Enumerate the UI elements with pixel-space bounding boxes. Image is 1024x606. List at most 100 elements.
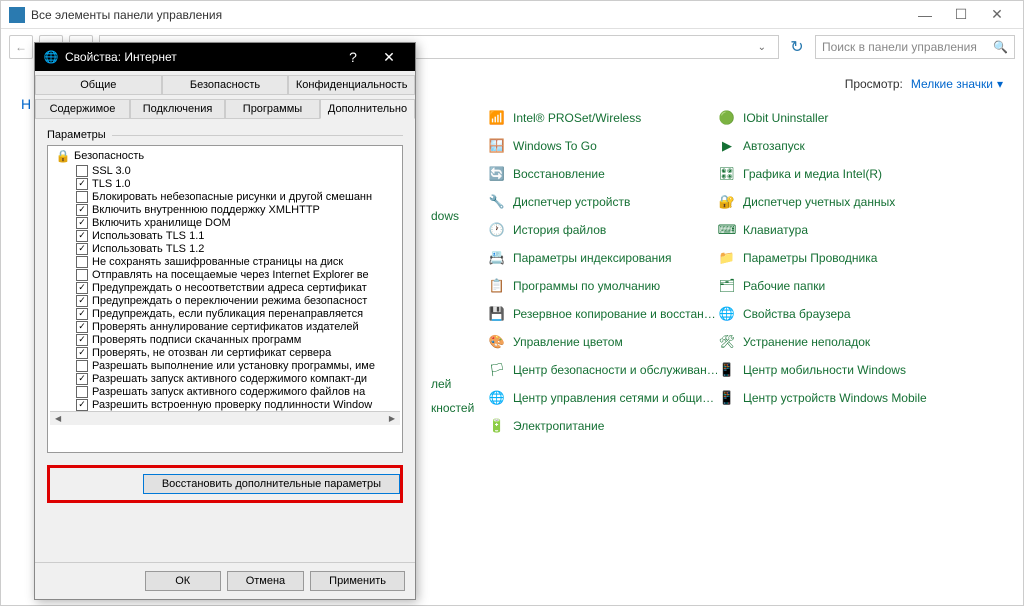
tree-item[interactable]: Предупреждать о несоответствии адреса се… <box>50 281 400 294</box>
cp-item[interactable]: 🎨Управление цветом <box>487 331 717 353</box>
tree-item[interactable]: Включить внутреннюю поддержку XMLHTTP <box>50 203 400 216</box>
tree-item-label: TLS 1.0 <box>92 178 131 190</box>
cp-item[interactable]: 🔄Восстановление <box>487 163 717 185</box>
tab-Программы[interactable]: Программы <box>225 99 320 119</box>
cp-item[interactable]: 📁Параметры Проводника <box>717 247 947 269</box>
tree-item[interactable]: Блокировать небезопасные рисунки и друго… <box>50 190 400 203</box>
search-input[interactable]: Поиск в панели управления 🔍 <box>815 35 1015 59</box>
minimize-button[interactable]: — <box>907 1 943 29</box>
close-button[interactable]: ✕ <box>371 43 407 71</box>
checkbox[interactable] <box>76 386 88 398</box>
cp-item[interactable]: 📶Intel® PROSet/Wireless <box>487 107 717 129</box>
checkbox[interactable] <box>76 269 88 281</box>
horizontal-scrollbar[interactable]: ◀ ▶ <box>50 411 400 425</box>
scroll-left-icon[interactable]: ◀ <box>52 414 64 423</box>
tree-item[interactable]: Проверять, не отозван ли сертификат серв… <box>50 346 400 359</box>
tree-item[interactable]: Предупреждать, если публикация перенапра… <box>50 307 400 320</box>
cp-title-icon <box>9 7 25 23</box>
help-button[interactable]: ? <box>335 43 371 71</box>
cp-item[interactable]: 🌐Свойства браузера <box>717 303 947 325</box>
cp-item-icon: 📶 <box>489 110 505 126</box>
cp-item[interactable]: 🗂Рабочие папки <box>717 275 947 297</box>
settings-tree[interactable]: 🔒 Безопасность SSL 3.0TLS 1.0Блокировать… <box>47 145 403 453</box>
cp-item[interactable]: 🔧Диспетчер устройств <box>487 191 717 213</box>
tab-Содержимое[interactable]: Содержимое <box>35 99 130 119</box>
tab-Общие[interactable]: Общие <box>35 75 162 95</box>
ok-button[interactable]: ОК <box>145 571 221 591</box>
cp-item[interactable]: 📋Программы по умолчанию <box>487 275 717 297</box>
lock-icon: 🔒 <box>56 149 70 163</box>
checkbox[interactable] <box>76 308 88 320</box>
checkbox[interactable] <box>76 165 88 177</box>
tab-Безопасность[interactable]: Безопасность <box>162 75 289 95</box>
cp-item[interactable]: 🌐Центр управления сетями и общи… <box>487 387 717 409</box>
checkbox[interactable] <box>76 230 88 242</box>
restore-advanced-button[interactable]: Восстановить дополнительные параметры <box>143 474 400 494</box>
chevron-down-icon[interactable]: ⌄ <box>754 42 770 53</box>
truncated-item[interactable]: кностей <box>431 401 474 415</box>
cp-item[interactable]: ▶Автозапуск <box>717 135 947 157</box>
refresh-button[interactable]: ↻ <box>785 35 809 59</box>
tree-item[interactable]: Разрешать запуск активного содержимого к… <box>50 372 400 385</box>
checkbox[interactable] <box>76 321 88 333</box>
tree-item[interactable]: Не сохранять зашифрованные страницы на д… <box>50 255 400 268</box>
tree-item-label: Проверять подписи скачанных программ <box>92 334 301 346</box>
scroll-right-icon[interactable]: ▶ <box>386 414 398 423</box>
cp-item[interactable]: 🪟Windows To Go <box>487 135 717 157</box>
cp-item[interactable]: ⌨Клавиатура <box>717 219 947 241</box>
checkbox[interactable] <box>76 360 88 372</box>
checkbox[interactable] <box>76 204 88 216</box>
tab-Конфиденциальность[interactable]: Конфиденциальность <box>288 75 415 95</box>
maximize-button[interactable]: ☐ <box>943 1 979 29</box>
apply-button[interactable]: Применить <box>310 571 405 591</box>
tab-Подключения[interactable]: Подключения <box>130 99 225 119</box>
tree-item[interactable]: Разрешать выполнение или установку прогр… <box>50 359 400 372</box>
tree-item[interactable]: SSL 3.0 <box>50 164 400 177</box>
checkbox[interactable] <box>76 347 88 359</box>
cp-item[interactable]: 🔐Диспетчер учетных данных <box>717 191 947 213</box>
checkbox[interactable] <box>76 282 88 294</box>
checkbox[interactable] <box>76 191 88 203</box>
tree-item[interactable]: TLS 1.0 <box>50 177 400 190</box>
tree-item[interactable]: Включить хранилище DOM <box>50 216 400 229</box>
cp-item[interactable]: 📱Центр устройств Windows Mobile <box>717 387 947 409</box>
cp-item[interactable]: 💾Резервное копирование и восстан… <box>487 303 717 325</box>
cp-item-label: История файлов <box>513 223 606 237</box>
tab-Дополнительно[interactable]: Дополнительно <box>320 99 415 119</box>
cancel-button[interactable]: Отмена <box>227 571 304 591</box>
truncated-item[interactable]: dows <box>431 209 459 223</box>
checkbox[interactable] <box>76 243 88 255</box>
checkbox[interactable] <box>76 399 88 411</box>
cp-item-icon: 💾 <box>489 306 505 322</box>
tree-item[interactable]: Использовать TLS 1.1 <box>50 229 400 242</box>
back-button[interactable]: ← <box>9 35 33 59</box>
cp-item[interactable]: 📇Параметры индексирования <box>487 247 717 269</box>
checkbox[interactable] <box>76 334 88 346</box>
tree-item[interactable]: Разрешить встроенную проверку подлинност… <box>50 398 400 411</box>
checkbox[interactable] <box>76 178 88 190</box>
cp-item[interactable]: 🏳Центр безопасности и обслуживан… <box>487 359 717 381</box>
tree-item[interactable]: Предупреждать о переключении режима безо… <box>50 294 400 307</box>
cp-item-label: Рабочие папки <box>743 279 825 293</box>
tree-item[interactable]: Проверять подписи скачанных программ <box>50 333 400 346</box>
checkbox[interactable] <box>76 295 88 307</box>
close-button[interactable]: ✕ <box>979 1 1015 29</box>
checkbox[interactable] <box>76 256 88 268</box>
checkbox[interactable] <box>76 217 88 229</box>
cp-item[interactable]: 🎛Графика и медиа Intel(R) <box>717 163 947 185</box>
cp-item[interactable]: 🟢IObit Uninstaller <box>717 107 947 129</box>
tree-item[interactable]: Разрешать запуск активного содержимого ф… <box>50 385 400 398</box>
tree-item-label: Проверять аннулирование сертификатов изд… <box>92 321 359 333</box>
tree-item-label: Включить внутреннюю поддержку XMLHTTP <box>92 204 320 216</box>
cp-item[interactable]: 🔋Электропитание <box>487 415 717 437</box>
cp-titlebar: Все элементы панели управления — ☐ ✕ <box>1 1 1023 29</box>
cp-item[interactable]: 📱Центр мобильности Windows <box>717 359 947 381</box>
checkbox[interactable] <box>76 373 88 385</box>
truncated-item[interactable]: лей <box>431 377 451 391</box>
tree-item[interactable]: Использовать TLS 1.2 <box>50 242 400 255</box>
view-select[interactable]: Мелкие значки ▾ <box>911 77 1003 91</box>
tree-item[interactable]: Отправлять на посещаемые через Internet … <box>50 268 400 281</box>
cp-item[interactable]: 🕐История файлов <box>487 219 717 241</box>
tree-item[interactable]: Проверять аннулирование сертификатов изд… <box>50 320 400 333</box>
cp-item[interactable]: 🛠Устранение неполадок <box>717 331 947 353</box>
